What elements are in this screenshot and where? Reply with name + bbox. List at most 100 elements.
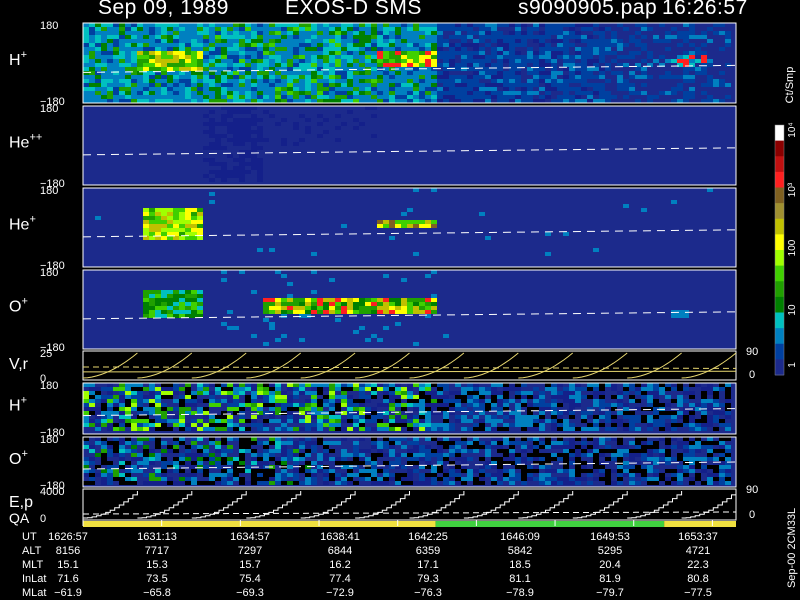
heatmap-cell <box>137 399 143 403</box>
heatmap-cell <box>719 411 725 415</box>
ytick-top-label: 180 <box>40 380 58 392</box>
heatmap-cell <box>443 399 449 403</box>
heatmap-cell <box>695 457 701 461</box>
heatmap-cell <box>149 99 155 103</box>
heatmap-cell <box>251 122 257 126</box>
heatmap-cell <box>215 39 221 43</box>
heatmap-cell <box>257 71 263 75</box>
heatmap-cell <box>137 47 143 51</box>
heatmap-cell <box>353 407 359 411</box>
heatmap-cell <box>347 383 353 387</box>
heatmap-cell <box>191 75 197 79</box>
heatmap-cell <box>413 399 419 403</box>
heatmap-cell <box>671 399 677 403</box>
heatmap-cell <box>521 423 527 427</box>
heatmap-cell <box>305 79 311 83</box>
heatmap-cell <box>131 383 137 387</box>
heatmap-cell <box>227 87 233 91</box>
heatmap-cell <box>521 91 527 95</box>
heatmap-cell <box>491 403 497 407</box>
heatmap-cell <box>275 63 281 67</box>
heatmap-cell <box>161 27 167 31</box>
heatmap-cell <box>659 75 665 79</box>
heatmap-cell <box>377 63 383 67</box>
heatmap-cell <box>269 469 275 473</box>
heatmap-cell <box>329 383 335 387</box>
heatmap-cell <box>227 79 233 83</box>
heatmap-cell <box>467 91 473 95</box>
heatmap-cell <box>521 477 527 481</box>
heatmap-cell <box>695 437 701 441</box>
heatmap-cell <box>611 415 617 419</box>
heatmap-cell <box>437 423 443 427</box>
heatmap-cell <box>125 391 131 395</box>
heatmap-cell <box>113 63 119 67</box>
footer-cell: 77.4 <box>329 573 351 585</box>
heatmap-cell <box>617 411 623 415</box>
heatmap-cell <box>95 71 101 75</box>
heatmap-cell <box>593 387 599 391</box>
heatmap-cell <box>161 415 167 419</box>
heatmap-cell <box>515 43 521 47</box>
heatmap-cell <box>131 27 137 31</box>
heatmap-cell <box>413 99 419 103</box>
heatmap-cell <box>431 75 437 79</box>
heatmap-cell <box>419 445 425 449</box>
heatmap-cell <box>563 23 569 27</box>
heatmap-cell <box>359 95 365 99</box>
heatmap-cell <box>83 411 89 415</box>
heatmap-cell <box>551 55 557 59</box>
heatmap-cell <box>521 473 527 477</box>
heatmap-cell <box>623 415 629 419</box>
heatmap-cell <box>209 465 215 469</box>
heatmap-cell <box>233 403 239 407</box>
heatmap-cell <box>287 387 293 391</box>
heatmap-cell <box>455 83 461 87</box>
heatmap-cell <box>95 427 101 431</box>
heatmap-cell <box>227 407 233 411</box>
heatmap-cell <box>599 95 605 99</box>
heatmap-cell <box>413 445 419 449</box>
heatmap-cell <box>263 449 269 453</box>
heatmap-cell <box>689 51 695 55</box>
heatmap-cell <box>335 415 341 419</box>
heatmap-cell <box>125 35 131 39</box>
heatmap-cell <box>167 43 173 47</box>
heatmap-cell <box>437 441 443 445</box>
heatmap-cell <box>533 465 539 469</box>
heatmap-cell <box>263 99 269 103</box>
heatmap-cell <box>635 469 641 473</box>
heatmap-cell <box>353 51 359 55</box>
heatmap-cell <box>149 427 155 431</box>
heatmap-cell <box>143 290 149 294</box>
heatmap-cell <box>359 437 365 441</box>
heatmap-cell <box>305 477 311 481</box>
panel-frame <box>82 350 737 381</box>
heatmap-cell <box>677 55 683 59</box>
heatmap-cell <box>305 55 311 59</box>
heatmap-cell <box>131 407 137 411</box>
heatmap-cell <box>395 427 401 431</box>
heatmap-cell <box>455 419 461 423</box>
heatmap-cell <box>95 51 101 55</box>
heatmap-cell <box>221 43 227 47</box>
heatmap-cell <box>293 449 299 453</box>
heatmap-cell <box>485 407 491 411</box>
heatmap-cell <box>575 437 581 441</box>
heatmap-cell <box>365 35 371 39</box>
heatmap-cell <box>287 63 293 67</box>
heatmap-cell <box>575 461 581 465</box>
heatmap-cell <box>425 71 431 75</box>
heatmap-cell <box>161 220 167 224</box>
heatmap-cell <box>161 83 167 87</box>
heatmap-cell <box>281 477 287 481</box>
heatmap-cell <box>137 419 143 423</box>
heatmap-cell <box>155 441 161 445</box>
heatmap-cell <box>185 216 191 220</box>
heatmap-cell <box>659 457 665 461</box>
heatmap-cell <box>143 449 149 453</box>
heatmap-cell <box>575 383 581 387</box>
heatmap-cell <box>167 383 173 387</box>
heatmap-cell <box>197 419 203 423</box>
heatmap-cell <box>461 91 467 95</box>
